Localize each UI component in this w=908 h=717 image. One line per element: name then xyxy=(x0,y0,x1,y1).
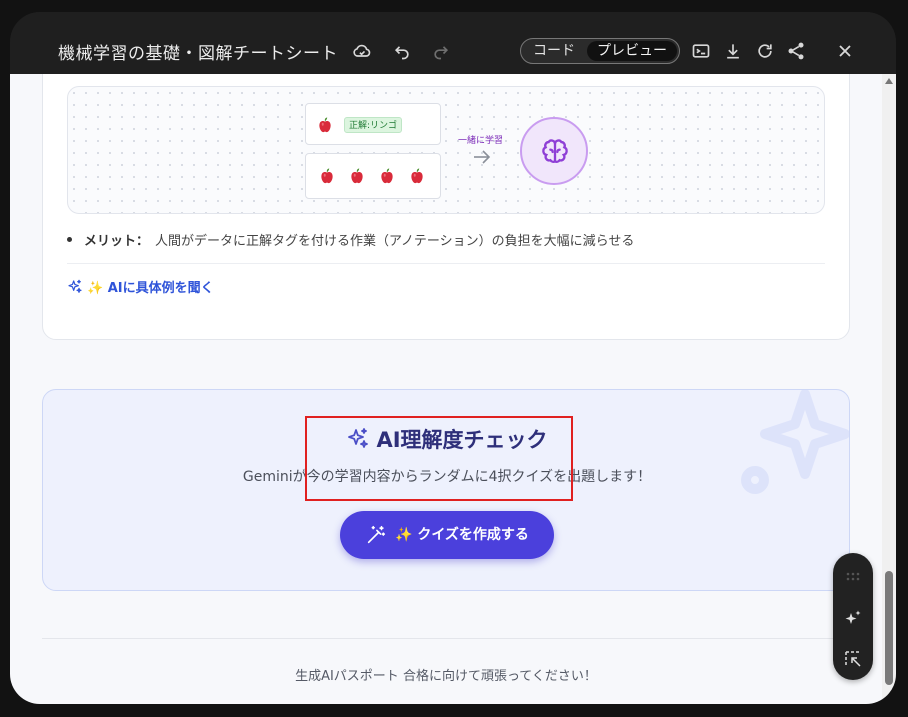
titlebar: 機械学習の基礎・図解チートシート コード プレビュー xyxy=(10,12,896,74)
footer-divider xyxy=(42,638,850,639)
footer-message: 生成AIパスポート 合格に向けて頑張ってください！ xyxy=(295,669,597,684)
divider xyxy=(67,263,825,264)
magic-wand-icon xyxy=(365,524,387,546)
window-title: 機械学習の基礎・図解チートシート xyxy=(58,44,338,64)
floating-toolbar xyxy=(833,553,873,680)
cloud-icon[interactable] xyxy=(352,41,372,61)
close-icon[interactable] xyxy=(835,41,855,61)
apple-icon xyxy=(348,167,366,185)
preview-content: 正解:リンゴ 一緒に学習 メリット： 人間がデータに正解タグを付ける作業（アノテ… xyxy=(10,74,882,704)
learn-together-label: 一緒に学習 xyxy=(458,136,504,146)
semi-supervised-card: 正解:リンゴ 一緒に学習 メリット： 人間がデータに正解タグを付ける作業（アノテ… xyxy=(42,74,850,340)
sparkle-icon[interactable] xyxy=(844,609,862,627)
refresh-icon[interactable] xyxy=(755,41,775,61)
view-toggle: コード プレビュー xyxy=(520,38,680,64)
download-icon[interactable] xyxy=(723,41,743,61)
merit-bullet: メリット： 人間がデータに正解タグを付ける作業（アノテーション）の負担を大幅に減ら… xyxy=(67,230,634,249)
sparkles-icon xyxy=(67,279,83,295)
toggle-preview[interactable]: プレビュー xyxy=(587,41,677,61)
ai-example-link[interactable]: ✨ AIに具体例を聞く xyxy=(67,277,214,297)
terminal-icon[interactable] xyxy=(691,41,711,61)
app-window: 機械学習の基礎・図解チートシート コード プレビュー 正解:リンゴ 一緒に学習 … xyxy=(10,12,896,704)
scrollbar-thumb[interactable] xyxy=(885,571,893,685)
arrow-right-icon xyxy=(472,149,492,165)
create-quiz-button[interactable]: ✨ クイズを作成する xyxy=(340,511,554,559)
label-tag: 正解:リンゴ xyxy=(344,117,403,133)
apple-icon xyxy=(378,167,396,185)
undo-icon[interactable] xyxy=(392,41,412,61)
vertical-scrollbar[interactable] xyxy=(882,74,896,704)
create-quiz-label: ✨ クイズを作成する xyxy=(395,527,529,543)
apple-icon xyxy=(318,167,336,185)
merit-text: 人間がデータに正解タグを付ける作業（アノテーション）の負担を大幅に減らせる xyxy=(155,234,635,249)
merit-label: メリット： xyxy=(84,234,150,249)
toggle-code[interactable]: コード xyxy=(529,41,579,61)
share-icon[interactable] xyxy=(786,41,806,61)
learning-diagram: 正解:リンゴ 一緒に学習 xyxy=(67,86,825,214)
grid-icon[interactable] xyxy=(844,568,862,586)
brain-icon xyxy=(520,117,588,185)
bullet-dot xyxy=(67,237,72,242)
scroll-up-icon[interactable] xyxy=(885,78,893,84)
ai-example-label: ✨ AIに具体例を聞く xyxy=(87,281,214,296)
redo-icon[interactable] xyxy=(431,41,451,61)
highlight-box xyxy=(305,416,573,501)
labeled-data-card: 正解:リンゴ xyxy=(305,103,441,145)
apple-icon xyxy=(316,116,334,134)
select-icon[interactable] xyxy=(844,650,862,668)
unlabeled-data-card xyxy=(305,153,441,199)
apple-icon xyxy=(408,167,426,185)
